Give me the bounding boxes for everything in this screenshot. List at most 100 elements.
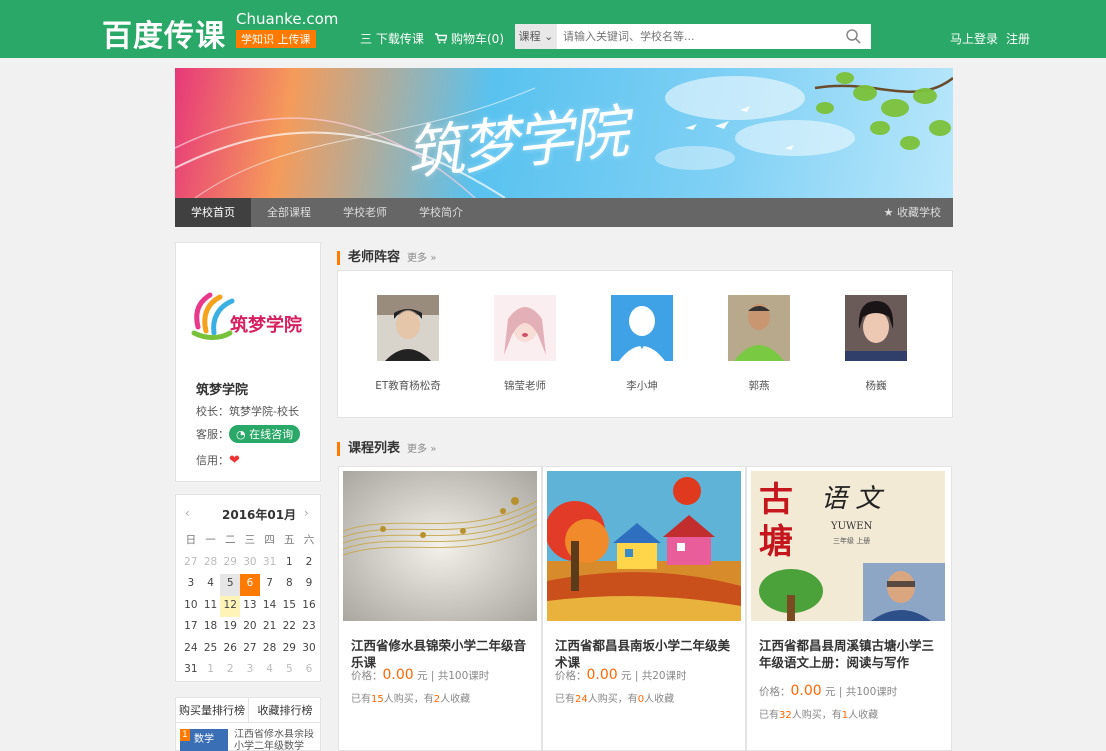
favorite-school-button[interactable]: ★ 收藏学校 — [884, 198, 941, 227]
price-tail: 元 | 共100课时 — [417, 670, 490, 682]
weekday-label: 一 — [205, 534, 216, 546]
calendar-day[interactable]: 29 — [279, 639, 299, 661]
calendar-day[interactable]: 29 — [220, 553, 240, 575]
teacher-name: 李小坤 — [626, 380, 658, 392]
teacher-card[interactable]: ET教育杨松奇 — [358, 295, 458, 393]
calendar-day[interactable]: 27 — [181, 553, 201, 575]
calendar-day[interactable]: 2 — [220, 660, 240, 682]
calendar-day[interactable]: 13 — [240, 596, 260, 618]
download-link[interactable]: 三 下载传课 — [360, 30, 424, 47]
cart-link[interactable]: 购物车(0) — [435, 30, 504, 47]
course-stats: 已有32人购买，有1人收藏 — [759, 706, 878, 721]
site-logo[interactable]: 百度传课 — [102, 11, 226, 55]
stats-text: 人收藏 — [440, 694, 471, 705]
course-thumbnail — [547, 471, 741, 621]
teachers-more-link[interactable]: 更多 » — [407, 253, 436, 264]
school-nav: 学校首页 全部课程 学校老师 学校简介 ★ 收藏学校 — [175, 198, 953, 227]
calendar-day[interactable]: 1 — [279, 553, 299, 575]
calendar-day[interactable]: 22 — [279, 617, 299, 639]
calendar-day[interactable]: 10 — [181, 596, 201, 618]
calendar-prev-button[interactable]: ‹ — [185, 506, 190, 520]
calendar-next-button[interactable]: › — [304, 506, 309, 520]
calendar-day[interactable]: 8 — [279, 574, 299, 596]
search-icon[interactable] — [846, 29, 861, 44]
calendar-weekdays: 日 一 二 三 四 五 六 — [181, 531, 319, 553]
tab-purchase-ranking[interactable]: 购买量排行榜 — [176, 698, 249, 723]
calendar-day[interactable]: 20 — [240, 617, 260, 639]
ranking-tabs: 购买量排行榜 收藏排行榜 — [175, 697, 321, 723]
register-link[interactable]: 注册 — [1006, 30, 1030, 47]
calendar-day[interactable]: 26 — [220, 639, 240, 661]
course-title[interactable]: 江西省都昌县周溪镇古塘小学三年级语文上册：阅读与写作 — [759, 637, 945, 671]
rank-item-thumb[interactable]: 1 数学 — [180, 729, 228, 751]
teacher-card[interactable]: 郭燕 — [709, 295, 809, 393]
calendar-day[interactable]: 4 — [260, 660, 280, 682]
calendar-day[interactable]: 28 — [201, 553, 221, 575]
calendar-day[interactable]: 3 — [240, 660, 260, 682]
calendar-day[interactable]: 30 — [240, 553, 260, 575]
tab-favorite-ranking[interactable]: 收藏排行榜 — [249, 698, 321, 723]
school-name: 筑梦学院 — [196, 383, 249, 398]
price-label: 价格： — [351, 670, 383, 682]
tab-teachers[interactable]: 学校老师 — [327, 198, 403, 227]
calendar-day[interactable]: 21 — [260, 617, 280, 639]
calendar-day[interactable]: 16 — [299, 596, 319, 618]
calendar-day[interactable]: 14 — [260, 596, 280, 618]
calendar-day[interactable]: 27 — [240, 639, 260, 661]
weekday-label: 四 — [264, 534, 275, 546]
calendar-day[interactable]: 5 — [220, 574, 241, 596]
brand-block: Chuanke.com 学知识 上传课 — [236, 10, 338, 48]
stats-text: 人收藏 — [848, 710, 879, 721]
courses-title-text: 课程列表 — [348, 441, 401, 456]
rank-item-title[interactable]: 江西省修水县余段小学二年级数学 — [234, 729, 318, 751]
calendar-day[interactable]: 15 — [279, 596, 299, 618]
course-card[interactable]: 江西省都昌县南坂小学二年级美术课 价格：0.00 元 | 共20课时 已有24人… — [542, 466, 746, 751]
search-input[interactable] — [563, 27, 833, 46]
price-tail: 元 | 共100课时 — [825, 686, 898, 698]
calendar-day[interactable]: 11 — [201, 596, 221, 618]
calendar-day[interactable]: 1 — [201, 660, 221, 682]
calendar-day[interactable]: 28 — [260, 639, 280, 661]
calendar-day[interactable]: 19 — [220, 617, 240, 639]
calendar-day[interactable]: 3 — [181, 574, 201, 596]
calendar-day[interactable]: 25 — [201, 639, 221, 661]
thumb-text: YUWEN — [830, 521, 873, 532]
online-consult-button[interactable]: ◔ 在线咨询 — [229, 425, 301, 443]
course-card[interactable]: 江西省修水县锦荣小学二年级音乐课 价格：0.00 元 | 共100课时 已有15… — [338, 466, 542, 751]
search-category-select[interactable]: 课程 ⌄ — [515, 24, 557, 49]
stats-text: 已有 — [351, 694, 371, 705]
calendar-day[interactable]: 7 — [260, 574, 280, 596]
star-icon: ★ — [883, 206, 894, 219]
teacher-card[interactable]: 锦莹老师 — [475, 295, 575, 393]
calendar-day[interactable]: 24 — [181, 639, 201, 661]
calendar-day[interactable]: 31 — [181, 660, 201, 682]
calendar-day[interactable]: 6 — [299, 660, 319, 682]
calendar-day[interactable]: 17 — [181, 617, 201, 639]
course-title[interactable]: 江西省修水县锦荣小学二年级音乐课 — [351, 637, 537, 671]
login-link[interactable]: 马上登录 — [950, 30, 998, 47]
top-header: 百度传课 Chuanke.com 学知识 上传课 三 下载传课 购物车(0) 课… — [0, 0, 1106, 58]
teacher-card[interactable]: 杨巍 — [826, 295, 926, 393]
calendar-day[interactable]: 30 — [299, 639, 319, 661]
calendar-day[interactable]: 23 — [299, 617, 319, 639]
teacher-name: 郭燕 — [748, 380, 770, 392]
calendar-day[interactable]: 18 — [201, 617, 221, 639]
teacher-card[interactable]: 李小坤 — [592, 295, 692, 393]
calendar-day-today[interactable]: 6 — [240, 574, 260, 596]
course-card[interactable]: 古 塘 语 文 YUWEN 三年级 上册 江西省都昌县周溪镇古塘小学三年级语文上… — [746, 466, 952, 751]
calendar-day[interactable]: 31 — [260, 553, 280, 575]
tab-all-courses[interactable]: 全部课程 — [251, 198, 327, 227]
tab-school-home[interactable]: 学校首页 — [175, 198, 251, 227]
search-bar: 课程 ⌄ — [515, 24, 871, 49]
calendar-day[interactable]: 4 — [201, 574, 221, 596]
calendar-day[interactable]: 5 — [279, 660, 299, 682]
calendar-day[interactable]: 2 — [299, 553, 319, 575]
courses-more-link[interactable]: 更多 » — [407, 444, 436, 455]
calendar-day[interactable]: 9 — [299, 574, 319, 596]
course-title[interactable]: 江西省都昌县南坂小学二年级美术课 — [555, 637, 741, 671]
teacher-photo — [494, 295, 556, 361]
calendar-day[interactable]: 12 — [220, 595, 241, 617]
service-label: 客服： — [196, 428, 229, 441]
tab-school-intro[interactable]: 学校简介 — [403, 198, 479, 227]
stats-text: 人收藏 — [644, 694, 675, 705]
